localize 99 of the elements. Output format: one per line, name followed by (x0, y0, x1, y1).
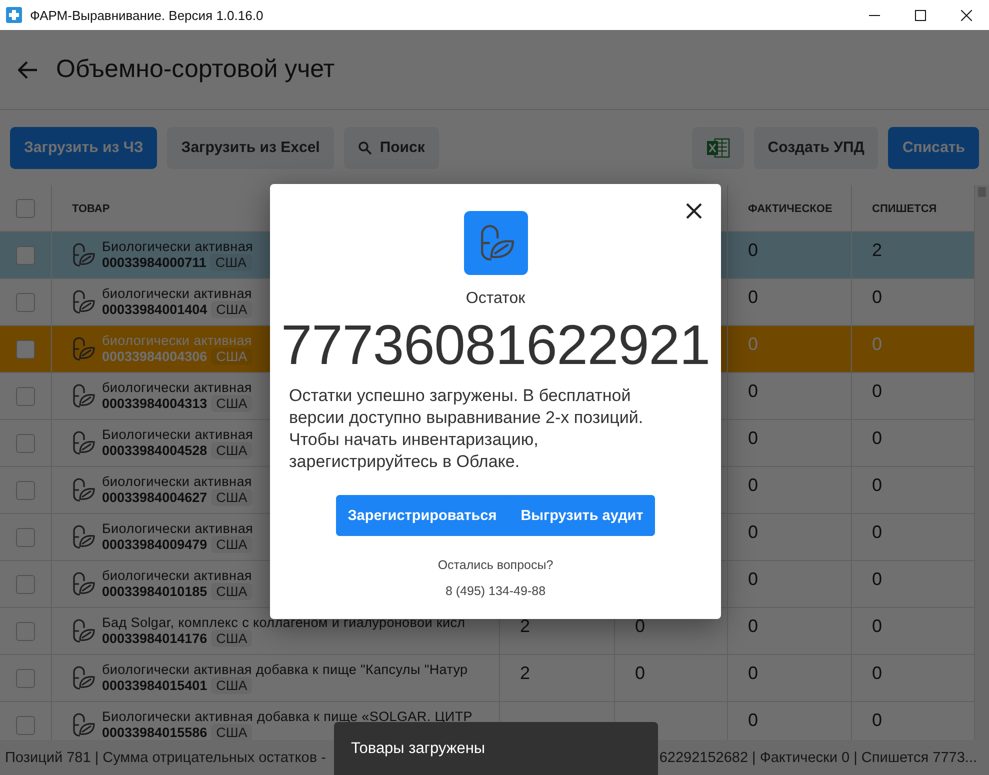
table-cell: 0 (748, 522, 758, 543)
page-title: Объемно-сортовой учет (56, 55, 335, 84)
table-cell: 0 (872, 381, 882, 402)
table-cell: 0 (748, 710, 758, 731)
table-cell: 2 (520, 616, 530, 637)
table-cell: 0 (748, 569, 758, 590)
product-name: биологически активная (102, 333, 252, 348)
row-checkbox[interactable] (16, 574, 35, 594)
product-code: 00033984004627 (102, 490, 208, 505)
capsule-leaf-icon (70, 383, 96, 409)
product-name: Биологически активная (102, 239, 254, 254)
capsule-leaf-icon (70, 712, 96, 738)
table-cell: 0 (748, 381, 758, 402)
status-text: 62292152682 | Фактически 0 | Спишется 7773... (659, 750, 977, 766)
phone-number: 8 (495) 134-49-88 (445, 584, 546, 598)
table-cell: 0 (872, 569, 882, 590)
product-code: 00033984009479 (102, 537, 208, 552)
capsule-leaf-icon (70, 242, 96, 268)
capsule-leaf-icon (70, 289, 96, 315)
search-icon (358, 140, 372, 154)
product-name: биологически активная (102, 568, 252, 583)
dialog-message: Остатки успешно загружены. В бесплатной версии доступно выравнивание 2-х позиций. Чтобы начать инвентаризацию, зарегистрируйтесь в Облаке. (288, 385, 644, 473)
toolbar-button[interactable]: Загрузить из ЧЗ (10, 126, 158, 168)
toolbar-button[interactable]: Загрузить из Excel (167, 126, 334, 168)
table-cell: 0 (748, 334, 758, 355)
select-all-checkbox[interactable] (16, 198, 35, 218)
row-checkbox[interactable] (16, 528, 35, 546)
product-name: биологически активная (102, 380, 252, 395)
toast-text: Товары загружены (351, 740, 486, 758)
scrollbar[interactable] (975, 185, 989, 740)
row-checkbox[interactable] (16, 246, 35, 264)
product-code: 00033984004528 (102, 443, 208, 458)
table-cell: 0 (872, 710, 882, 731)
toolbar-button[interactable]: Списать (888, 126, 979, 168)
window-title: ФАРМ-Выравнивание. Версия 1.0.16.0 (30, 8, 264, 22)
product-name: биологически активная добавка к пище "Капсулы "Натур (102, 662, 468, 677)
table-cell: 0 (748, 240, 758, 261)
spreadsheet-icon (706, 136, 730, 158)
capsule-leaf-icon (70, 477, 96, 503)
row-checkbox[interactable] (16, 480, 35, 500)
table-cell: 0 (748, 663, 758, 684)
table-cell: 0 (748, 428, 758, 449)
status-text: Позиций 781 | Сумма отрицательных остатков - (5, 750, 326, 766)
product-code: 00033984014176 (102, 631, 208, 646)
product-name: Биологически активная добавка к пище «SOLGAR. ЦИТР (102, 709, 472, 724)
product-name: Бад Solgar, комплекс с коллагеном и гиалуроновой кисл (102, 615, 466, 630)
balance-value: 77736081622921 (280, 312, 710, 377)
product-code: 00033984015586 (102, 725, 208, 740)
questions-text: Остались вопросы? (438, 558, 554, 572)
table-cell: 0 (635, 616, 646, 637)
product-code: 00033984000711 (102, 255, 206, 270)
maximize-icon (914, 10, 926, 20)
row-checkbox[interactable] (16, 386, 35, 406)
capsule-leaf-icon (70, 571, 96, 597)
table-cell: 0 (635, 663, 646, 684)
toolbar-button[interactable]: Создать УПД (754, 126, 878, 168)
product-code: 00033984004306 (102, 349, 208, 364)
product-code: 00033984015401 (102, 678, 208, 693)
row-checkbox[interactable] (16, 434, 35, 452)
row-checkbox[interactable] (16, 340, 35, 358)
table-cell: 0 (872, 428, 882, 449)
table-cell: 0 (872, 616, 882, 637)
row-checkbox[interactable] (16, 292, 35, 312)
table-cell: 0 (872, 287, 882, 308)
back-arrow-icon[interactable] (18, 60, 38, 78)
close-icon (960, 10, 972, 20)
product-code: 00033984010185 (102, 584, 208, 599)
table-cell: 0 (872, 663, 882, 684)
capsule-leaf-icon (70, 524, 96, 550)
row-checkbox[interactable] (16, 668, 35, 688)
product-code: 00033984001404 (102, 302, 208, 317)
column-header: ТОВАР (72, 203, 110, 215)
table-cell: 0 (872, 475, 882, 496)
balance-label: Остаток (466, 290, 526, 308)
product-name: биологически активная (102, 474, 252, 489)
table-cell: 0 (748, 287, 758, 308)
excel-export-button[interactable] (692, 126, 744, 168)
close-icon (686, 203, 702, 219)
capsule-leaf-icon (70, 618, 96, 644)
row-checkbox[interactable] (16, 622, 35, 640)
table-cell: 0 (748, 475, 758, 496)
search-button[interactable]: Поиск (344, 126, 439, 168)
table-cell: 2 (872, 240, 882, 261)
column-header: ФАКТИЧЕСКОЕ (748, 203, 832, 215)
product-name: Биологически активная (102, 427, 254, 442)
column-header: СПИШЕТСЯ (872, 203, 937, 215)
row-checkbox[interactable] (16, 716, 35, 734)
table-cell: 2 (520, 663, 530, 684)
product-name: Биологически активная (102, 521, 254, 536)
capsule-leaf-icon (464, 211, 528, 275)
table-cell: 0 (748, 616, 758, 637)
capsule-leaf-icon (70, 336, 96, 362)
capsule-leaf-icon (70, 665, 96, 691)
table-cell: 0 (872, 334, 882, 355)
capsule-leaf-icon (70, 430, 96, 456)
product-name: биологически активная (102, 286, 252, 301)
app-icon (6, 7, 22, 23)
product-code: 00033984004313 (102, 396, 208, 411)
table-cell: 0 (872, 522, 882, 543)
